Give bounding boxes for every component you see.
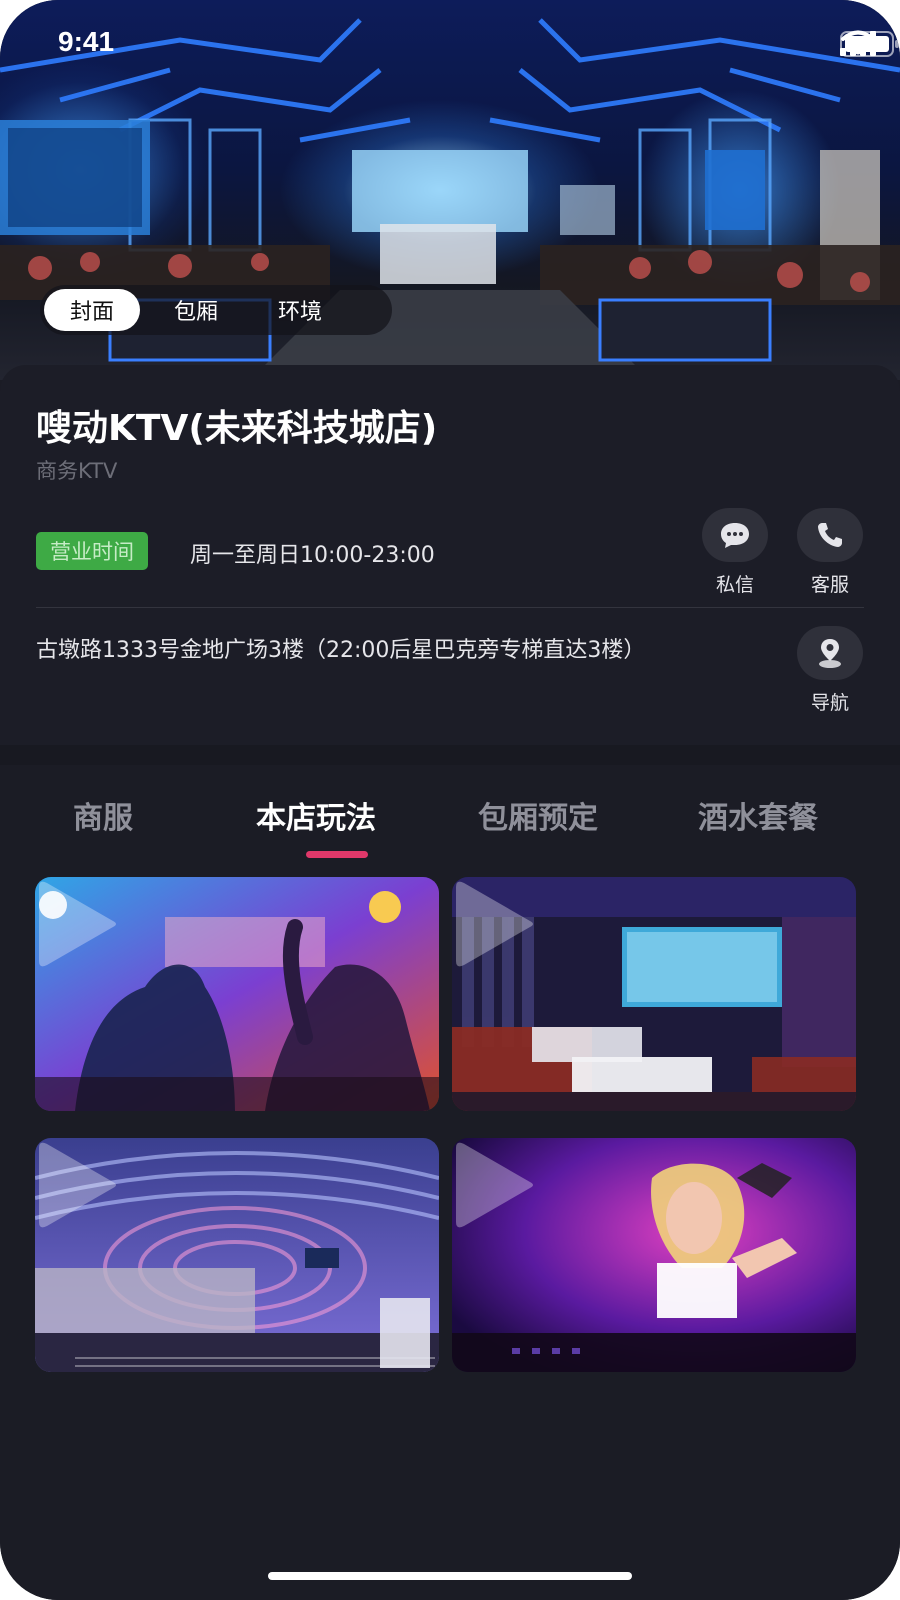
video-thumbnail[interactable] — [35, 1138, 439, 1372]
active-tab-indicator — [306, 851, 368, 858]
shop-address: 古墩路1333号金地广场3楼（22:00后星巴克旁专梯直达3楼） — [36, 638, 646, 663]
tab-business-service[interactable]: 商服 — [73, 793, 133, 837]
video-thumbnail[interactable] — [35, 877, 439, 1111]
shop-info-card: 嗖动KTV(未来科技城店) 商务KTV 营业时间 周一至周日10:00-23:0… — [0, 365, 900, 750]
chat-bubble-icon — [702, 508, 768, 562]
business-hours: 周一至周日10:00-23:00 — [190, 543, 435, 568]
phone-screen: 9:41 封面 包厢 环境 嗖动KTV(未来科技城店) 商务KTV 营业时间 周… — [0, 0, 900, 1600]
customer-service-button[interactable]: 客服 — [795, 508, 865, 597]
video-thumbnail[interactable] — [452, 877, 856, 1111]
play-icon — [456, 881, 533, 967]
main-content: 商服 本店玩法 包厢预定 酒水套餐 — [0, 765, 900, 1600]
status-time: 9:41 — [58, 26, 115, 57]
tab-room[interactable]: 包厢 — [148, 289, 244, 331]
navigate-label: 导航 — [810, 692, 849, 714]
hero-cover-image[interactable]: 9:41 封面 包厢 环境 — [0, 0, 900, 380]
tab-store-activities[interactable]: 本店玩法 — [256, 793, 376, 837]
video-thumbnail[interactable] — [452, 1138, 856, 1372]
tab-room-booking[interactable]: 包厢预定 — [478, 793, 598, 837]
cover-tab-switcher: 封面 包厢 环境 — [40, 285, 392, 335]
shop-type: 商务KTV — [36, 459, 118, 483]
play-icon — [456, 1142, 533, 1228]
section-gap — [0, 745, 900, 765]
divider — [36, 607, 864, 608]
home-indicator[interactable] — [268, 1572, 632, 1580]
play-icon — [39, 1142, 116, 1228]
customer-service-label: 客服 — [810, 574, 849, 596]
tab-cover[interactable]: 封面 — [44, 289, 141, 331]
message-button[interactable]: 私信 — [700, 508, 770, 597]
play-icon — [39, 881, 116, 967]
status-bar: 9:41 — [0, 22, 900, 66]
location-pin-icon — [797, 626, 863, 680]
shop-name: 嗖动KTV(未来科技城店) — [36, 408, 438, 449]
tab-environment[interactable]: 环境 — [252, 289, 348, 331]
battery-icon — [840, 31, 899, 57]
tab-drink-packages[interactable]: 酒水套餐 — [698, 793, 818, 837]
message-label: 私信 — [715, 574, 754, 596]
navigate-button[interactable]: 导航 — [795, 626, 865, 715]
phone-icon — [797, 508, 863, 562]
business-hours-badge: 营业时间 — [36, 532, 148, 570]
